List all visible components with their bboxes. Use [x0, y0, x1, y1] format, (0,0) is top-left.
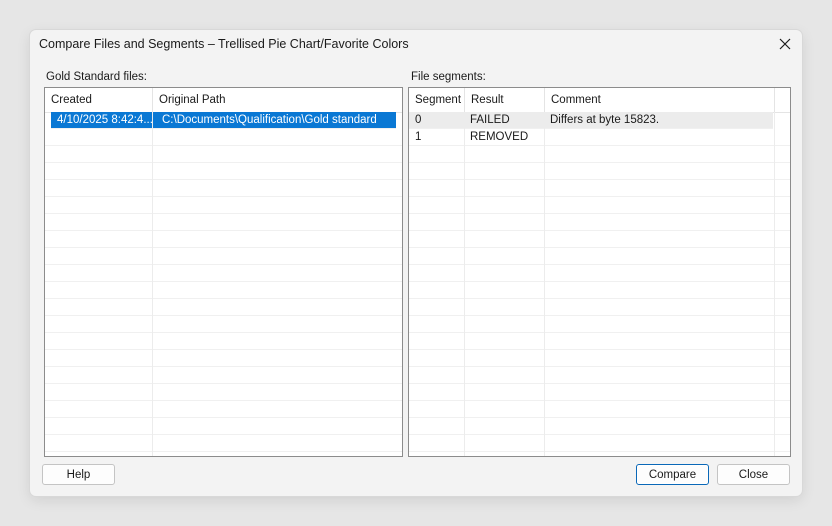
help-button[interactable]: Help	[42, 464, 115, 485]
column-divider	[464, 112, 465, 456]
table-row	[45, 350, 402, 367]
table-row	[409, 435, 790, 452]
table-row[interactable]: 1 REMOVED	[409, 129, 790, 146]
cell-segment: 0	[415, 114, 422, 126]
compare-button[interactable]: Compare	[636, 464, 709, 485]
file-segments-label: File segments:	[411, 71, 486, 83]
table-row	[409, 299, 790, 316]
segments-grid-header: Segment Result Comment	[409, 88, 790, 113]
table-row	[45, 367, 402, 384]
cell-created: 4/10/2025 8:42:4...	[57, 114, 153, 126]
gold-grid-header: Created Original Path	[45, 88, 402, 113]
table-row	[45, 197, 402, 214]
file-segments-grid[interactable]: Segment Result Comment 0 FAILED Differs at…	[408, 87, 791, 457]
table-row	[45, 231, 402, 248]
column-divider	[774, 112, 775, 456]
title-bar[interactable]: Compare Files and Segments – Trellised P…	[30, 30, 802, 58]
table-row	[45, 401, 402, 418]
window-title: Compare Files and Segments – Trellised P…	[39, 37, 409, 51]
table-row	[409, 146, 790, 163]
table-row	[45, 248, 402, 265]
column-header-result[interactable]: Result	[465, 88, 545, 112]
table-row	[45, 384, 402, 401]
table-row	[45, 146, 402, 163]
table-row	[45, 333, 402, 350]
column-divider	[544, 112, 545, 456]
column-divider	[152, 112, 153, 456]
table-row	[45, 180, 402, 197]
table-row	[409, 248, 790, 265]
table-row	[409, 265, 790, 282]
table-row	[409, 231, 790, 248]
gold-standard-label: Gold Standard files:	[46, 71, 148, 83]
cell-comment	[544, 129, 772, 146]
table-row	[45, 214, 402, 231]
table-row	[45, 299, 402, 316]
table-row	[45, 129, 402, 146]
table-row	[45, 282, 402, 299]
table-row	[45, 163, 402, 180]
table-row	[409, 384, 790, 401]
table-row	[409, 401, 790, 418]
column-header-created[interactable]: Created	[45, 88, 153, 112]
gold-standard-grid[interactable]: Created Original Path 4/10/2025 8:42:4..…	[44, 87, 403, 457]
column-header-comment[interactable]: Comment	[545, 88, 775, 112]
column-header-original-path[interactable]: Original Path	[153, 88, 402, 112]
table-row	[45, 265, 402, 282]
table-row	[409, 350, 790, 367]
close-button[interactable]: Close	[717, 464, 790, 485]
compare-dialog: Compare Files and Segments – Trellised P…	[30, 30, 802, 496]
column-header-segment[interactable]: Segment	[409, 88, 465, 112]
gold-grid-rows: 4/10/2025 8:42:4... C:\Documents\Qualific…	[45, 112, 402, 456]
table-row	[409, 367, 790, 384]
table-row	[45, 418, 402, 435]
table-row	[409, 316, 790, 333]
table-row	[409, 180, 790, 197]
table-row	[409, 333, 790, 350]
table-row	[409, 214, 790, 231]
cell-result: REMOVED	[470, 131, 529, 143]
table-row	[45, 435, 402, 452]
cell-segment: 1	[415, 131, 422, 143]
table-row	[409, 163, 790, 180]
cell-original-path: C:\Documents\Qualification\Gold standard	[162, 114, 377, 126]
cell-comment: Differs at byte 15823.	[550, 114, 660, 126]
table-row	[45, 316, 402, 333]
table-row	[409, 418, 790, 435]
segments-grid-rows: 0 FAILED Differs at byte 15823. 1 REMOVED	[409, 112, 790, 456]
close-icon[interactable]	[774, 33, 796, 55]
table-row	[409, 282, 790, 299]
cell-result: FAILED	[470, 114, 510, 126]
table-row[interactable]: 4/10/2025 8:42:4... C:\Documents\Qualific…	[51, 112, 396, 129]
table-row	[409, 197, 790, 214]
